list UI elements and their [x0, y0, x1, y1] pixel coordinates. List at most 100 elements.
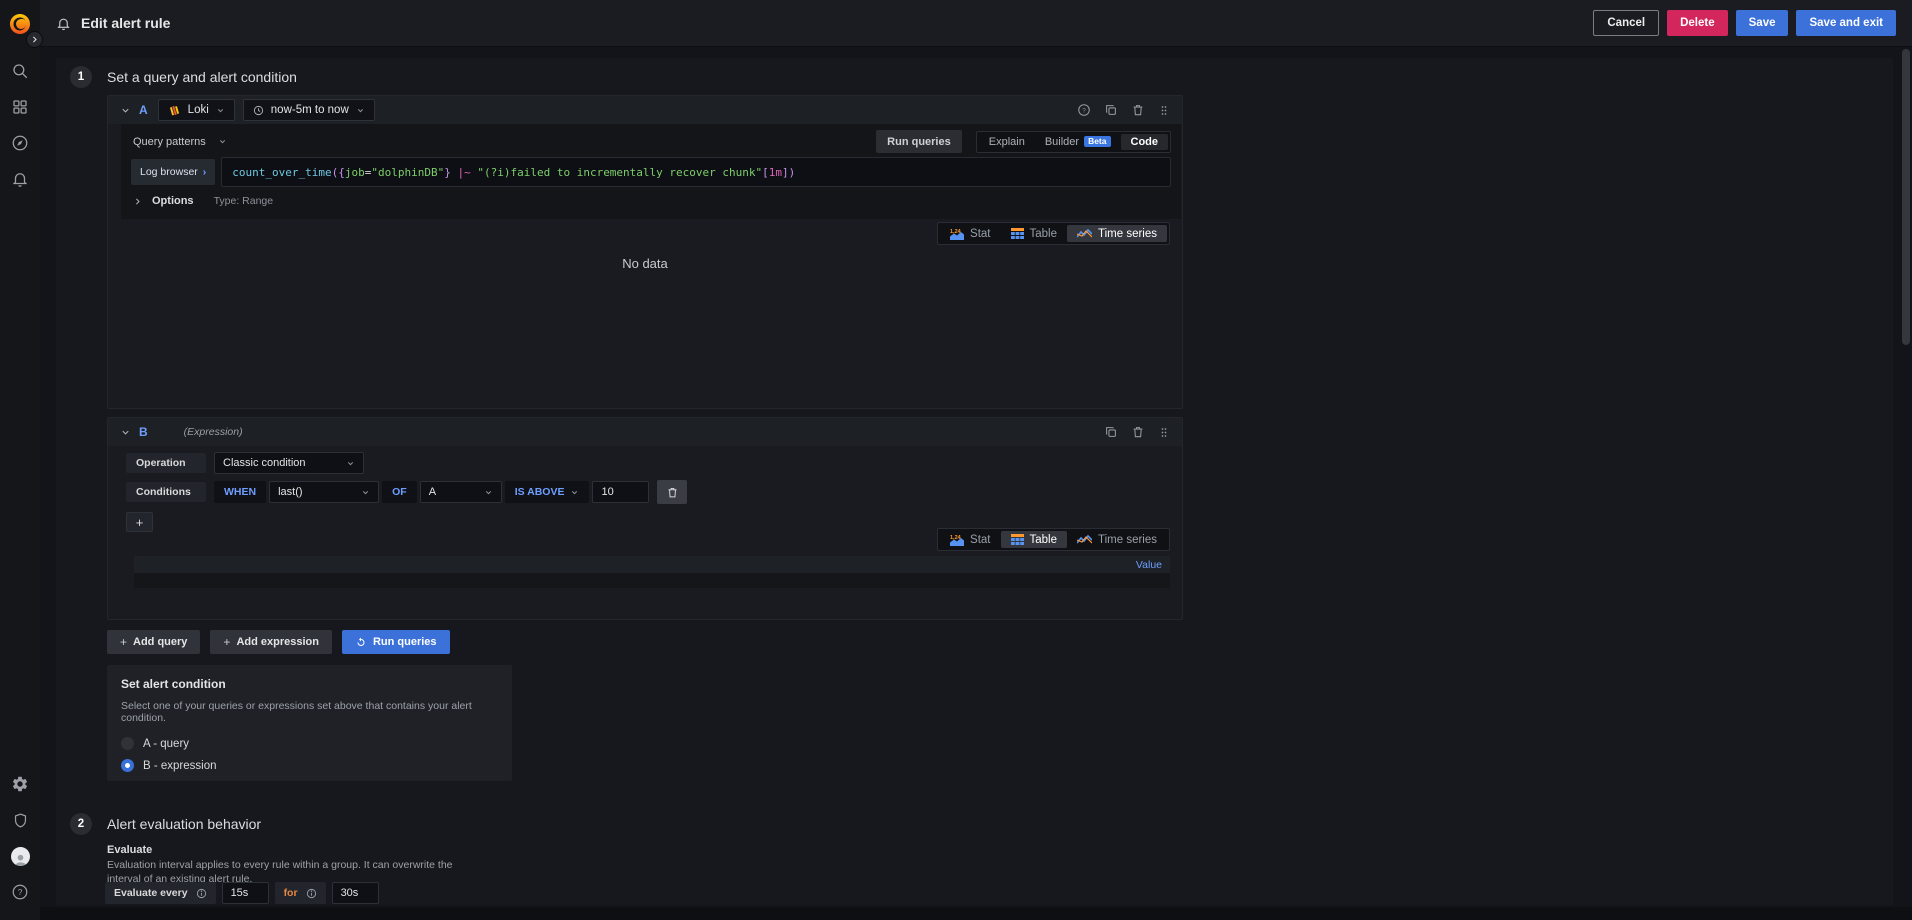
svg-text:?: ?	[18, 888, 23, 897]
stat-icon: 1,24	[950, 228, 964, 240]
run-queries-small-button[interactable]: Run queries	[876, 130, 962, 153]
delete-expression-trash-icon[interactable]	[1131, 425, 1145, 439]
save-and-exit-button[interactable]: Save and exit	[1796, 10, 1896, 36]
svg-text:?: ?	[1082, 107, 1086, 114]
viz-toggle-a: 1,24 Stat Table Time series	[937, 222, 1170, 245]
options-label[interactable]: Options	[152, 195, 194, 207]
query-patterns-dropdown[interactable]: Query patterns	[131, 136, 227, 148]
drag-handle-icon[interactable]	[1158, 104, 1170, 117]
timeseries-icon	[1077, 534, 1092, 545]
alerting-bell-icon[interactable]	[0, 161, 40, 197]
viz-table-b[interactable]: Table	[1001, 531, 1068, 548]
viz-stat-a[interactable]: 1,24 Stat	[940, 225, 1000, 242]
page-title: Edit alert rule	[81, 15, 170, 31]
evaluate-every-input[interactable]	[222, 882, 269, 904]
cancel-button[interactable]: Cancel	[1593, 10, 1659, 36]
chevron-down-icon	[356, 106, 365, 115]
when-chip: WHEN	[214, 481, 266, 503]
top-nav: Edit alert rule Cancel Delete Save Save …	[40, 0, 1912, 47]
help-icon[interactable]: ?	[0, 874, 40, 910]
evaluate-row: Evaluate every for	[105, 882, 379, 904]
radio-a-label: A - query	[143, 738, 189, 750]
remove-condition-trash-icon[interactable]	[657, 480, 687, 504]
query-a-header: A Loki now-5m to now ?	[108, 96, 1182, 124]
mode-code[interactable]: Code	[1121, 134, 1169, 150]
operation-select[interactable]: Classic condition	[214, 452, 364, 474]
dashboards-icon[interactable]	[0, 89, 40, 125]
collapse-chevron-icon[interactable]	[120, 105, 131, 116]
comparator-select[interactable]: IS ABOVE	[505, 481, 590, 503]
profile-avatar[interactable]	[0, 838, 40, 874]
datasource-picker[interactable]: Loki	[158, 99, 235, 121]
query-a-panel: A Loki now-5m to now ?	[107, 95, 1183, 409]
evaluate-every-label: Evaluate every	[105, 882, 216, 904]
chevron-down-icon	[361, 488, 370, 497]
vertical-scrollbar[interactable]	[1902, 49, 1910, 345]
alert-rule-bell-icon	[56, 16, 71, 31]
save-button[interactable]: Save	[1736, 10, 1789, 36]
delete-query-trash-icon[interactable]	[1131, 103, 1145, 117]
add-query-button[interactable]: + Add query	[107, 630, 200, 654]
query-a-refid: A	[139, 103, 148, 117]
step1-title: Set a query and alert condition	[107, 69, 297, 85]
threshold-input[interactable]	[592, 481, 649, 503]
radio-unselected-icon	[121, 737, 134, 750]
set-alert-condition-box: Set alert condition Select one of your q…	[107, 665, 512, 781]
query-ref-value: A	[429, 486, 436, 498]
angle-right-icon: ›	[203, 166, 207, 178]
log-browser-label: Log browser	[140, 166, 198, 178]
mode-builder[interactable]: BuilderBeta	[1035, 134, 1121, 150]
viz-table-a[interactable]: Table	[1001, 225, 1068, 242]
search-icon[interactable]	[0, 53, 40, 89]
viz-timeseries-b[interactable]: Time series	[1067, 531, 1167, 548]
step2-header: 2 Alert evaluation behavior	[70, 813, 261, 835]
collapse-chevron-icon[interactable]	[120, 427, 131, 438]
reducer-select[interactable]: last()	[269, 481, 379, 503]
chevron-down-icon	[346, 459, 355, 468]
sidebar-expand-icon[interactable]	[26, 31, 43, 48]
mode-explain[interactable]: Explain	[979, 134, 1035, 150]
query-code[interactable]: count_over_time({job="dolphinDB"} |~ "(?…	[221, 157, 1171, 187]
step2-title: Alert evaluation behavior	[107, 816, 261, 832]
timeseries-icon	[1077, 228, 1092, 239]
evaluate-label: Evaluate	[107, 844, 152, 856]
radio-a-query[interactable]: A - query	[121, 737, 498, 750]
for-duration-input[interactable]	[332, 882, 379, 904]
table-icon	[1011, 228, 1024, 239]
viz-stat-b[interactable]: 1,24 Stat	[940, 531, 1000, 548]
expression-b-panel: B (Expression) Operation Classic conditi…	[107, 417, 1183, 620]
chevron-down-icon	[570, 488, 579, 497]
log-browser-button[interactable]: Log browser ›	[131, 159, 215, 185]
query-help-icon[interactable]: ?	[1077, 103, 1091, 117]
form-wrapper: 1 Set a query and alert condition A Loki…	[56, 58, 1893, 905]
options-row[interactable]: Options Type: Range	[131, 195, 1171, 207]
operation-label: Operation	[126, 453, 206, 473]
bottom-band	[40, 907, 1912, 920]
add-expression-button[interactable]: + Add expression	[210, 630, 332, 654]
conditions-label: Conditions	[126, 482, 206, 502]
duplicate-query-icon[interactable]	[1104, 103, 1118, 117]
delete-button[interactable]: Delete	[1667, 10, 1728, 36]
sidebar: ?	[0, 0, 40, 920]
expression-b-header: B (Expression)	[108, 418, 1182, 446]
drag-handle-icon[interactable]	[1158, 426, 1170, 439]
viz-timeseries-a[interactable]: Time series	[1067, 225, 1167, 242]
step1-header: 1 Set a query and alert condition	[70, 66, 297, 88]
expression-b-refid: B	[139, 425, 148, 439]
info-icon[interactable]	[196, 888, 207, 899]
add-condition-button[interactable]: +	[126, 512, 153, 532]
info-icon[interactable]	[306, 888, 317, 899]
value-column-header[interactable]: Value	[1136, 559, 1162, 571]
duplicate-expression-icon[interactable]	[1104, 425, 1118, 439]
query-ref-select[interactable]: A	[420, 481, 502, 503]
datasource-name: Loki	[188, 104, 209, 116]
query-actions-row: + Add query + Add expression Run queries	[107, 630, 450, 654]
radio-b-expression[interactable]: B - expression	[121, 759, 498, 772]
run-queries-button[interactable]: Run queries	[342, 630, 450, 654]
time-range-picker[interactable]: now-5m to now	[243, 99, 375, 121]
chevron-down-icon	[216, 106, 225, 115]
table-icon	[1011, 534, 1024, 545]
explore-compass-icon[interactable]	[0, 125, 40, 161]
admin-shield-icon[interactable]	[0, 802, 40, 838]
settings-gear-icon[interactable]	[0, 766, 40, 802]
